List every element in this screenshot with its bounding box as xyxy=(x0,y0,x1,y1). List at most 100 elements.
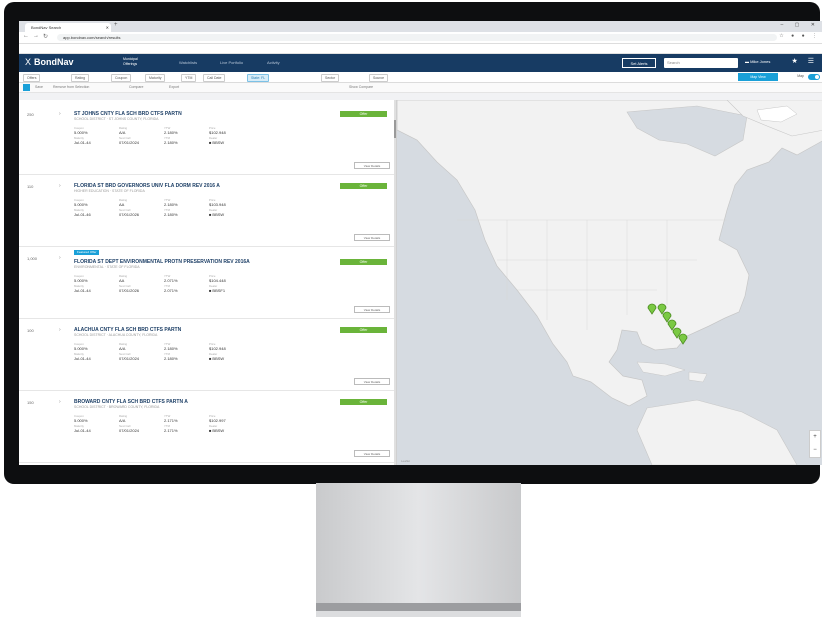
filter-chip[interactable]: Maturity xyxy=(145,74,166,82)
view-details-button[interactable]: View Details xyxy=(354,234,390,241)
map-toggle[interactable] xyxy=(808,74,820,80)
field-value: BBSF1 xyxy=(209,288,249,293)
result-card[interactable]: 1,000 › Featured Offer FLORIDA ST DEPT ENVI… xyxy=(19,248,395,319)
filter-chip[interactable]: Coupon xyxy=(111,74,132,82)
field-value: Jul-01-44 xyxy=(74,288,91,293)
bond-field: Rating AA xyxy=(119,274,159,283)
nav-watchlists[interactable]: Watchlists xyxy=(179,60,197,65)
chevron-down-icon[interactable]: › xyxy=(59,399,61,405)
new-tab-icon[interactable]: + xyxy=(114,22,118,28)
view-details-button[interactable]: View Details xyxy=(354,450,390,457)
search-input[interactable]: Search xyxy=(664,58,738,68)
field-value: $104.448 xyxy=(209,278,226,283)
list-scrollbar[interactable] xyxy=(394,100,396,465)
monitor-stand-base xyxy=(316,603,521,611)
card-subtitle: SCHOOL DISTRICT · BROWARD COUNTY, FLORID… xyxy=(74,405,160,409)
field-value: 2.180% xyxy=(164,346,178,351)
map-view-button[interactable]: Map View xyxy=(738,73,778,81)
nav-activity[interactable]: Activity xyxy=(267,60,280,65)
status-badge: Offer xyxy=(340,327,387,333)
reload-icon[interactable]: ↻ xyxy=(43,33,48,40)
view-details-button[interactable]: View Details xyxy=(354,378,390,385)
result-card[interactable]: 250 › ST JOHNS CNTY FLA SCH BRD CTFS PARTN… xyxy=(19,104,395,175)
back-icon[interactable]: ← xyxy=(23,33,29,39)
field-value: 07/01/2026 xyxy=(119,212,140,217)
status-badge: Offer xyxy=(340,399,387,405)
export-button[interactable]: Export xyxy=(169,85,179,89)
bond-field: Coupon 5.000% xyxy=(74,126,114,135)
bond-field: YTM 2.180% xyxy=(164,136,204,145)
browser-tab[interactable]: BondNav Search ✕ xyxy=(25,23,111,32)
bond-field: YTW 2.180% xyxy=(164,342,204,351)
bond-field: YTM 2.071% xyxy=(164,284,204,293)
result-card[interactable]: 100 › ALACHUA CNTY FLA SCH BRD CTFS PARTN S… xyxy=(19,320,395,391)
chevron-down-icon[interactable]: › xyxy=(59,111,61,117)
field-value: A/A xyxy=(119,418,126,423)
filter-chip[interactable]: Source xyxy=(369,74,389,82)
card-quantity: 150 xyxy=(27,400,34,405)
chevron-down-icon[interactable]: › xyxy=(59,255,61,261)
extensions-icon[interactable]: ☆ ● ● ⋮ xyxy=(779,33,820,39)
chevron-down-icon[interactable]: › xyxy=(59,183,61,189)
field-value: AA xyxy=(119,278,125,283)
bond-field: YTW 2.071% xyxy=(164,274,204,283)
filter-chip[interactable]: Rating xyxy=(71,74,90,82)
compare-button[interactable]: Compare xyxy=(129,85,143,89)
filter-chip[interactable]: Sector xyxy=(321,74,340,82)
list-scroll-thumb[interactable] xyxy=(394,120,396,138)
zoom-in-button[interactable]: + xyxy=(810,431,820,444)
filter-chip[interactable]: Offers xyxy=(23,74,41,82)
view-details-button[interactable]: View Details xyxy=(354,162,390,169)
filter-chip[interactable]: YTM xyxy=(181,74,197,82)
card-subtitle: HIGHER EDUCATION · STATE OF FLORIDA xyxy=(74,189,145,193)
map-panel[interactable]: + − Leaflet xyxy=(397,100,822,465)
zoom-out-button[interactable]: − xyxy=(810,444,820,457)
map-canvas[interactable] xyxy=(397,100,822,465)
result-card[interactable]: 150 › BROWARD CNTY FLA SCH BRD CTFS PARTN … xyxy=(19,392,395,463)
view-details-button[interactable]: View Details xyxy=(354,306,390,313)
forward-icon[interactable]: → xyxy=(33,33,39,39)
bond-field: YTW 2.180% xyxy=(164,126,204,135)
field-value: BBSW xyxy=(209,140,249,145)
window-controls-icon[interactable]: – ▢ ✕ xyxy=(781,22,820,28)
user-menu[interactable]: ▬ Mike Jones xyxy=(745,59,770,64)
close-icon[interactable]: ✕ xyxy=(106,23,109,32)
bond-field: Price $102.948 xyxy=(209,342,249,351)
featured-tag: Featured Offer xyxy=(74,250,100,255)
remove-selection-button[interactable]: Remove from Selection xyxy=(53,85,89,89)
set-alerts-button[interactable]: Set Alerts xyxy=(622,58,656,68)
logo-mark: X xyxy=(25,57,32,67)
filter-chip[interactable]: State: FL xyxy=(247,74,270,82)
bond-field: Coupon 5.000% xyxy=(74,198,114,207)
app-logo[interactable]: X BondNav xyxy=(25,57,74,67)
menu-icon[interactable]: ★ ☰ xyxy=(792,57,819,65)
chevron-down-icon[interactable]: › xyxy=(59,327,61,333)
select-all-checkbox[interactable] xyxy=(23,84,30,91)
browser-tabbar: BondNav Search ✕ + – ▢ ✕ xyxy=(19,21,822,32)
filter-chip[interactable]: Call Date xyxy=(203,74,226,82)
field-value: 07/01/2024 xyxy=(119,428,140,433)
field-value: 5.000% xyxy=(74,418,88,423)
bond-field: DealerBBSW xyxy=(209,352,249,361)
field-value: 2.171% xyxy=(164,418,178,423)
save-button[interactable]: Save xyxy=(35,85,43,89)
monitor-stand xyxy=(316,483,521,605)
nav-live-portfolio[interactable]: Live Portfolio xyxy=(220,60,243,65)
show-compare-button[interactable]: Show Compare xyxy=(349,85,373,89)
status-badge: Offer xyxy=(340,111,387,117)
tab-title: BondNav Search xyxy=(31,25,62,30)
status-badge: Offer xyxy=(340,259,387,265)
field-value: 2.180% xyxy=(164,356,178,361)
bond-field: Rating A/A xyxy=(119,126,159,135)
address-bar: ← → ↻ app.bondnav.com/search/results ☆ ●… xyxy=(19,32,822,44)
url-input[interactable]: app.bondnav.com/search/results xyxy=(57,34,777,41)
bookmarks-bar: AppsBookmarksGoogle DriveAnalyticsDocsSh… xyxy=(19,44,822,54)
bond-field: Next Call 07/01/2024 xyxy=(119,352,159,361)
field-value: 5.000% xyxy=(74,346,88,351)
map-attribution[interactable]: Leaflet xyxy=(401,459,410,463)
result-card[interactable]: 110 › FLORIDA ST BRD GOVERNORS UNIV FLA DO… xyxy=(19,176,395,247)
screen: BondNav Search ✕ + – ▢ ✕ ← → ↻ app.bondn… xyxy=(19,21,822,465)
bond-field: Next Call 07/01/2026 xyxy=(119,284,159,293)
field-value: 2.071% xyxy=(164,288,178,293)
nav-municipal-offerings[interactable]: Municipal Offerings xyxy=(123,57,163,69)
